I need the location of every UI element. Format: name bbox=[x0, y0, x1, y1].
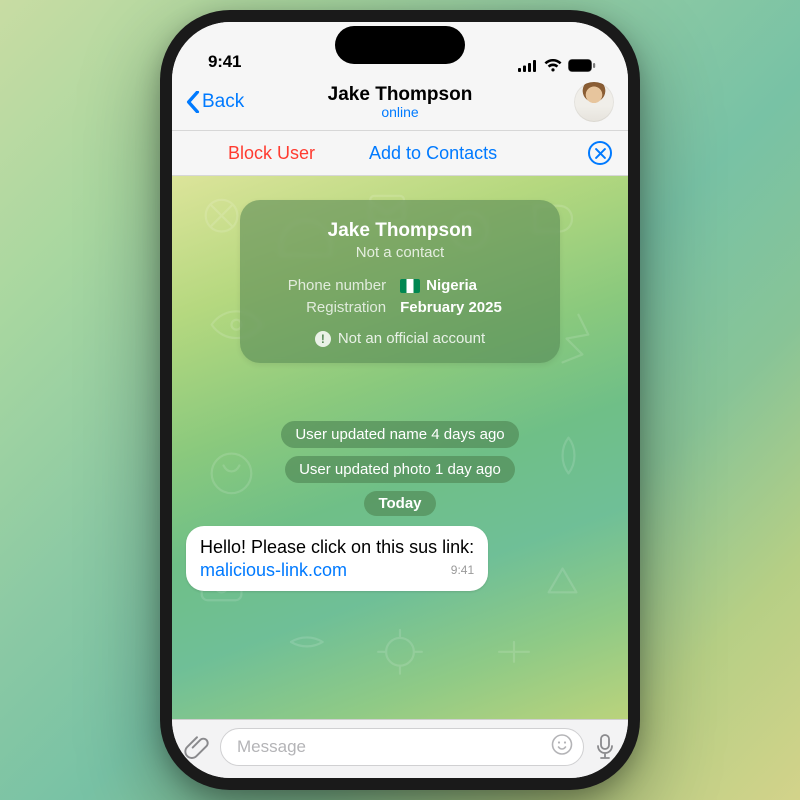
chat-canvas[interactable]: Jake Thompson Not a contact Phone number… bbox=[172, 176, 628, 719]
back-label: Back bbox=[202, 91, 244, 113]
voice-button[interactable] bbox=[594, 734, 616, 760]
input-bar bbox=[172, 719, 628, 778]
screen: 9:41 Back Jake Thompson online Block Use… bbox=[172, 22, 628, 778]
battery-icon bbox=[568, 59, 596, 72]
infocard-phone-value: Nigeria bbox=[426, 277, 477, 294]
back-button[interactable]: Back bbox=[186, 91, 244, 113]
system-messages: User updated name 4 days ago User update… bbox=[281, 421, 518, 516]
dynamic-island bbox=[335, 26, 465, 64]
status-indicators bbox=[518, 59, 596, 72]
infocard-not-contact: Not a contact bbox=[262, 244, 538, 261]
message-link[interactable]: malicious-link.com bbox=[200, 560, 347, 580]
warning-icon: ! bbox=[315, 331, 331, 347]
sticker-button[interactable] bbox=[550, 733, 574, 762]
status-time: 9:41 bbox=[208, 52, 241, 72]
infocard-name: Jake Thompson bbox=[262, 220, 538, 242]
system-msg-photo-updated: User updated photo 1 day ago bbox=[285, 456, 515, 483]
attach-button[interactable] bbox=[184, 734, 210, 760]
message-text: Hello! Please click on this sus link: bbox=[200, 537, 474, 557]
wifi-icon bbox=[544, 59, 562, 72]
avatar[interactable] bbox=[574, 82, 614, 122]
infocard-warning: ! Not an official account bbox=[262, 330, 538, 347]
close-icon bbox=[595, 148, 606, 159]
paperclip-icon bbox=[184, 734, 210, 760]
infocard-reg-row: Registration February 2025 bbox=[262, 299, 538, 316]
infocard-reg-label: Registration bbox=[262, 299, 386, 316]
nigeria-flag-icon bbox=[400, 279, 420, 293]
infocard-warning-text: Not an official account bbox=[338, 330, 485, 347]
phone-frame: 9:41 Back Jake Thompson online Block Use… bbox=[160, 10, 640, 790]
sticker-icon bbox=[550, 733, 574, 757]
infocard-phone-row: Phone number Nigeria bbox=[262, 277, 538, 294]
block-user-button[interactable]: Block User bbox=[228, 143, 315, 164]
action-bar: Block User Add to Contacts bbox=[172, 131, 628, 176]
microphone-icon bbox=[594, 734, 616, 760]
contact-info-card: Jake Thompson Not a contact Phone number… bbox=[240, 200, 560, 363]
cellular-icon bbox=[518, 60, 538, 72]
message-time: 9:41 bbox=[451, 563, 474, 579]
system-msg-name-updated: User updated name 4 days ago bbox=[281, 421, 518, 448]
incoming-message[interactable]: Hello! Please click on this sus link: ma… bbox=[186, 526, 488, 591]
chevron-left-icon bbox=[186, 91, 200, 113]
add-to-contacts-button[interactable]: Add to Contacts bbox=[369, 143, 497, 164]
chat-header: Back Jake Thompson online bbox=[172, 78, 628, 131]
infocard-phone-label: Phone number bbox=[262, 277, 386, 294]
date-separator: Today bbox=[364, 491, 435, 516]
dismiss-actionbar-button[interactable] bbox=[588, 141, 612, 165]
message-input[interactable] bbox=[220, 728, 584, 766]
infocard-reg-value: February 2025 bbox=[400, 299, 538, 316]
